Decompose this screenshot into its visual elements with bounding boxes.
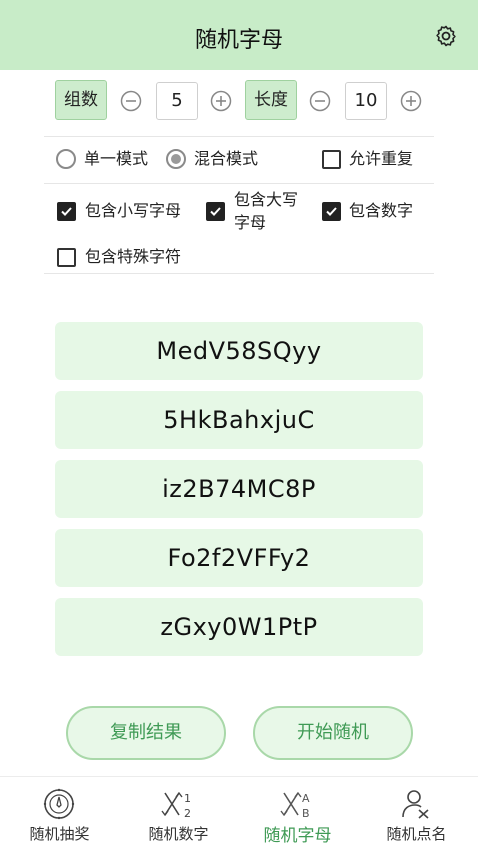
- uppercase-label-line2[interactable]: 字母: [234, 213, 266, 233]
- wheel-icon: [43, 788, 75, 820]
- single-mode-radio[interactable]: [56, 149, 76, 169]
- result-item[interactable]: Fo2f2VFFy2: [55, 529, 423, 587]
- svg-text:1: 1: [184, 792, 191, 805]
- check-icon: [326, 207, 337, 216]
- start-random-button[interactable]: 开始随机: [253, 706, 413, 760]
- uppercase-label-line1[interactable]: 包含大写: [234, 190, 298, 210]
- mixed-mode-radio[interactable]: [166, 149, 186, 169]
- person-pick-icon: [402, 790, 429, 819]
- shuffle-numbers-icon: 1 2: [161, 791, 191, 820]
- check-icon: [61, 207, 72, 216]
- mixed-mode-label[interactable]: 混合模式: [194, 149, 258, 169]
- nav-item-numbers[interactable]: 1 2 随机数字: [119, 777, 238, 850]
- groups-label: 组数: [55, 80, 107, 120]
- length-label: 长度: [245, 80, 297, 120]
- page-title: 随机字母: [194, 28, 283, 53]
- special-label[interactable]: 包含特殊字符: [85, 247, 181, 267]
- divider: [44, 183, 434, 184]
- minus-circle-icon[interactable]: [120, 90, 142, 112]
- nav-label: 随机抽奖: [29, 825, 90, 843]
- lowercase-checkbox[interactable]: [57, 202, 76, 221]
- allow-repeat-label[interactable]: 允许重复: [349, 149, 413, 169]
- copy-results-button[interactable]: 复制结果: [66, 706, 226, 760]
- check-icon: [210, 207, 221, 216]
- result-item[interactable]: 5HkBahxjuC: [55, 391, 423, 449]
- settings-row: 组数 5 长度 10: [0, 80, 478, 122]
- digits-checkbox[interactable]: [322, 202, 341, 221]
- gear-icon[interactable]: [434, 24, 458, 48]
- svg-text:B: B: [302, 807, 310, 820]
- result-item[interactable]: iz2B74MC8P: [55, 460, 423, 518]
- result-item[interactable]: MedV58SQyy: [55, 322, 423, 380]
- app-header: 随机字母: [0, 0, 478, 70]
- nav-item-rollcall[interactable]: 随机点名: [357, 777, 476, 850]
- divider: [44, 273, 434, 274]
- svg-text:A: A: [302, 792, 310, 805]
- single-mode-label[interactable]: 单一模式: [84, 149, 148, 169]
- special-checkbox[interactable]: [57, 248, 76, 267]
- minus-circle-icon[interactable]: [309, 90, 331, 112]
- lowercase-label[interactable]: 包含小写字母: [85, 201, 181, 221]
- svg-text:2: 2: [184, 807, 191, 820]
- nav-label: 随机点名: [386, 825, 447, 843]
- nav-label: 随机字母: [263, 826, 332, 846]
- bottom-nav: 随机抽奖 1 2 随机数字 A B 随机字母 随机点名: [0, 776, 478, 850]
- uppercase-checkbox[interactable]: [206, 202, 225, 221]
- groups-value[interactable]: 5: [156, 82, 198, 120]
- result-item[interactable]: zGxy0W1PtP: [55, 598, 423, 656]
- shuffle-letters-icon: A B: [280, 791, 310, 820]
- plus-circle-icon[interactable]: [400, 90, 422, 112]
- nav-item-lottery[interactable]: 随机抽奖: [0, 777, 119, 850]
- nav-label: 随机数字: [148, 825, 209, 843]
- allow-repeat-checkbox[interactable]: [322, 150, 341, 169]
- digits-label[interactable]: 包含数字: [349, 201, 413, 221]
- length-value[interactable]: 10: [345, 82, 387, 120]
- divider: [44, 136, 434, 137]
- plus-circle-icon[interactable]: [210, 90, 232, 112]
- nav-item-letters[interactable]: A B 随机字母: [238, 777, 357, 850]
